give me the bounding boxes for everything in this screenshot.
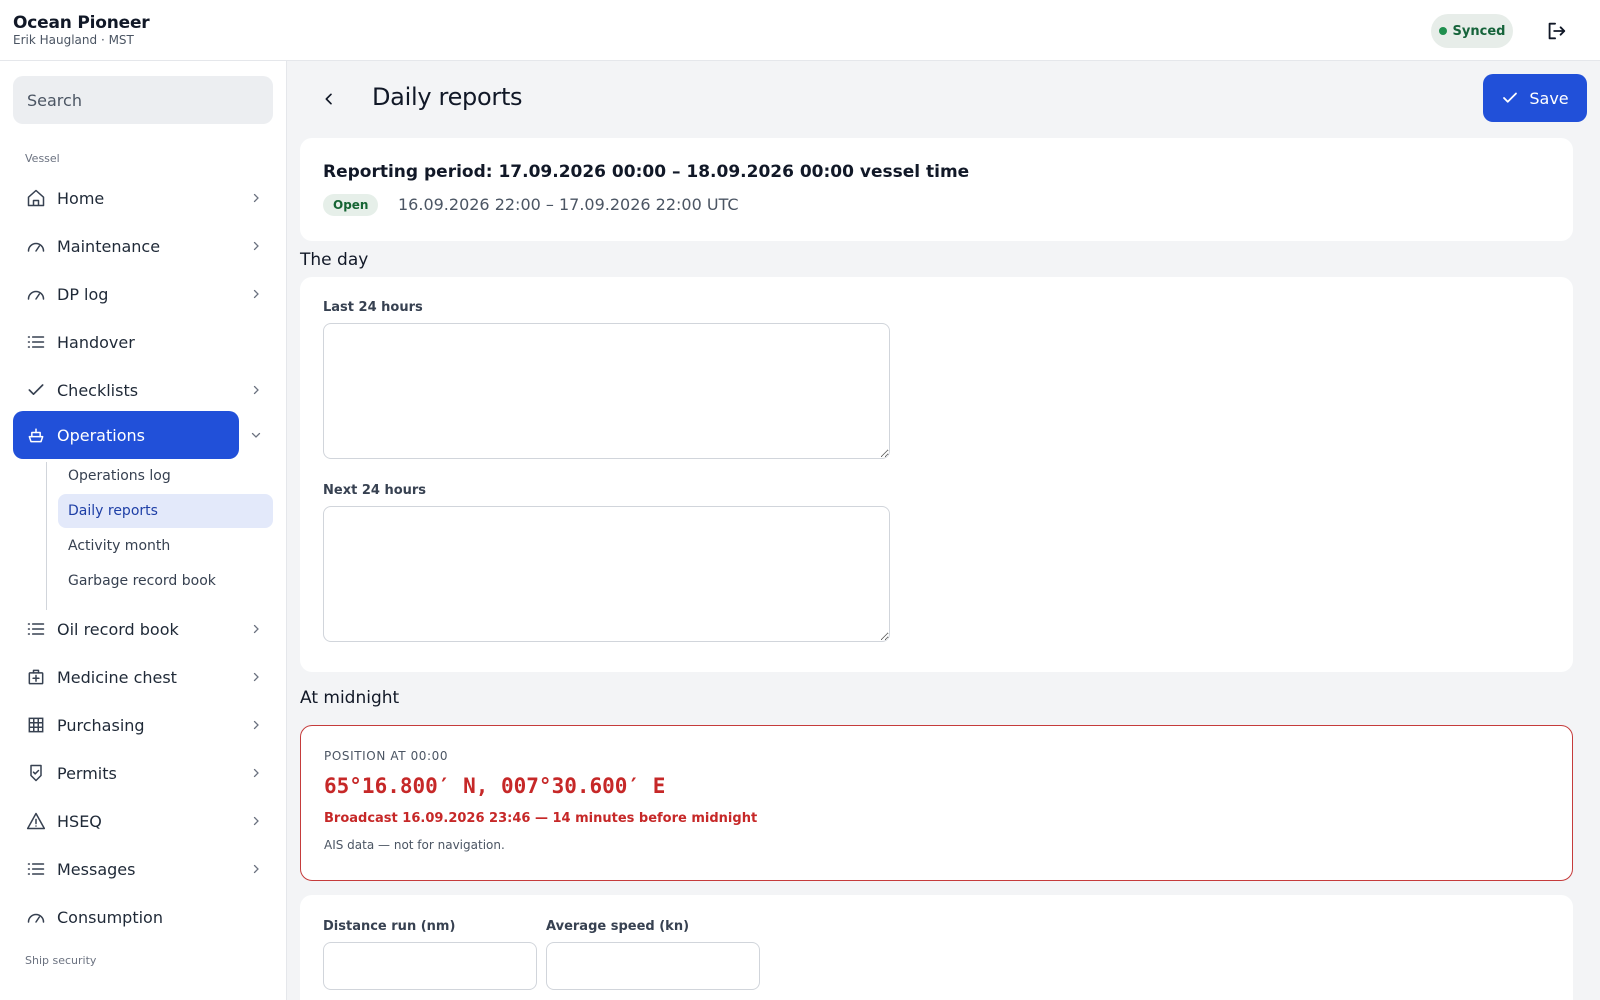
back-button[interactable] <box>315 85 343 113</box>
sidebar-item-messages[interactable]: Messages <box>13 845 239 893</box>
position-value: 65°16.800′ N, 007°30.600′ E <box>324 774 666 798</box>
page-title: Daily reports <box>372 83 523 111</box>
list-icon <box>25 331 47 353</box>
shield-check-icon <box>25 762 47 784</box>
check-icon <box>25 379 47 401</box>
logout-button[interactable] <box>1541 16 1571 46</box>
chevron-right-icon[interactable] <box>246 811 266 831</box>
voyage-card: Distance run (nm) Average speed (kn) <box>300 895 1573 1000</box>
medkit-icon <box>25 666 47 688</box>
sidebar-subitem-operations-log[interactable]: Operations log <box>58 459 273 493</box>
chevron-down-icon[interactable] <box>246 425 266 445</box>
chevron-right-icon[interactable] <box>246 284 266 304</box>
chevron-right-icon[interactable] <box>246 859 266 879</box>
user-line: Erik Haugland · MST <box>13 33 134 47</box>
sidebar-item-operations[interactable]: Operations <box>13 411 239 459</box>
home-icon <box>25 187 47 209</box>
average-speed-label: Average speed (kn) <box>546 919 690 934</box>
check-icon <box>1503 92 1518 103</box>
reporting-period-title: Reporting period: 17.09.2026 00:00 – 18.… <box>323 162 970 182</box>
section-heading-the-day: The day <box>300 250 369 270</box>
sidebar-item-label: Consumption <box>57 907 163 927</box>
sidebar-subitem-activity-month[interactable]: Activity month <box>58 529 273 563</box>
sidebar-subitem-daily-reports[interactable]: Daily reports <box>58 494 273 528</box>
chevron-right-icon[interactable] <box>246 667 266 687</box>
chevron-right-icon[interactable] <box>246 188 266 208</box>
reporting-period-card: Reporting period: 17.09.2026 00:00 – 18.… <box>300 138 1573 241</box>
save-button-label: Save <box>1529 88 1569 108</box>
submenu-divider <box>46 462 47 610</box>
sidebar-item-label: Oil record book <box>57 619 179 639</box>
ship-icon <box>25 424 47 446</box>
sidebar-item-label: Operations <box>57 425 145 445</box>
sync-dot-icon <box>1438 27 1447 35</box>
sidebar-item-oil-record-book[interactable]: Oil record book <box>13 605 239 653</box>
sidebar-item-label: Purchasing <box>57 715 145 735</box>
sidebar-item-hseq[interactable]: HSEQ <box>13 797 239 845</box>
gauge-icon <box>25 235 47 257</box>
sidebar-item-consumption[interactable]: Consumption <box>13 893 239 941</box>
sidebar-item-home[interactable]: Home <box>13 174 239 222</box>
sidebar-item-label: DP log <box>57 284 109 304</box>
chevron-right-icon[interactable] <box>246 763 266 783</box>
gauge-icon <box>25 906 47 928</box>
average-speed-field[interactable] <box>546 942 760 990</box>
warning-icon <box>25 810 47 832</box>
sidebar-item-handover[interactable]: Handover <box>13 318 239 366</box>
sidebar-item-label: Checklists <box>57 380 139 400</box>
distance-run-label: Distance run (nm) <box>323 919 456 934</box>
ais-note: AIS data — not for navigation. <box>324 838 505 852</box>
chevron-left-icon <box>325 93 332 105</box>
sync-status-label: Synced <box>1452 23 1506 39</box>
sidebar-item-label: Messages <box>57 859 136 879</box>
sidebar-subitem-garbage-record-book[interactable]: Garbage record book <box>58 564 273 598</box>
sidebar-item-label: HSEQ <box>57 811 102 831</box>
sidebar-item-label: Home <box>57 188 105 208</box>
search-input[interactable] <box>13 76 273 124</box>
sidebar-item-medicine-chest[interactable]: Medicine chest <box>13 653 239 701</box>
main-content: Daily reports Save Reporting period: 17.… <box>287 61 1600 1000</box>
list-icon <box>25 618 47 640</box>
sidebar-item-label: Medicine chest <box>57 667 177 687</box>
save-button[interactable]: Save <box>1483 74 1587 122</box>
chevron-right-icon[interactable] <box>246 380 266 400</box>
next-24-hours-field[interactable] <box>323 506 890 642</box>
sidebar-item-label: Maintenance <box>57 236 161 256</box>
vessel-name: Ocean Pioneer <box>13 13 150 33</box>
gauge-icon <box>25 283 47 305</box>
sidebar-item-label: Permits <box>57 763 117 783</box>
sidebar-item-dp-log[interactable]: DP log <box>13 270 239 318</box>
distance-run-field[interactable] <box>323 942 537 990</box>
sidebar-item-permits[interactable]: Permits <box>13 749 239 797</box>
chevron-right-icon[interactable] <box>246 236 266 256</box>
sync-status-badge: Synced <box>1431 14 1513 48</box>
logout-icon <box>1548 22 1566 40</box>
section-label-ship-security: Ship security <box>25 954 97 967</box>
the-day-card: Last 24 hours Next 24 hours <box>300 277 1573 672</box>
broadcast-warning: Broadcast 16.09.2026 23:46 — 14 minutes … <box>324 811 758 826</box>
sidebar-item-purchasing[interactable]: Purchasing <box>13 701 239 749</box>
list-icon <box>25 858 47 880</box>
sidebar-item-checklists[interactable]: Checklists <box>13 366 239 414</box>
position-label: POSITION AT 00:00 <box>324 749 449 763</box>
section-heading-at-midnight: At midnight <box>300 688 400 708</box>
last-24-hours-label: Last 24 hours <box>323 300 423 315</box>
sidebar-item-maintenance[interactable]: Maintenance <box>13 222 239 270</box>
chevron-right-icon[interactable] <box>246 715 266 735</box>
last-24-hours-field[interactable] <box>323 323 890 459</box>
sidebar: Vessel Home Maintenance DP log Handover <box>0 61 287 1000</box>
position-alert-card: POSITION AT 00:00 65°16.800′ N, 007°30.6… <box>300 725 1573 881</box>
status-badge: Open <box>323 194 379 216</box>
section-label-vessel: Vessel <box>25 152 60 165</box>
utc-range: 16.09.2026 22:00 – 17.09.2026 22:00 UTC <box>398 195 739 214</box>
chevron-right-icon[interactable] <box>246 619 266 639</box>
sidebar-item-label: Handover <box>57 332 135 352</box>
grid-icon <box>25 714 47 736</box>
next-24-hours-label: Next 24 hours <box>323 483 427 498</box>
top-bar: Ocean Pioneer Erik Haugland · MST Synced <box>0 0 1600 61</box>
